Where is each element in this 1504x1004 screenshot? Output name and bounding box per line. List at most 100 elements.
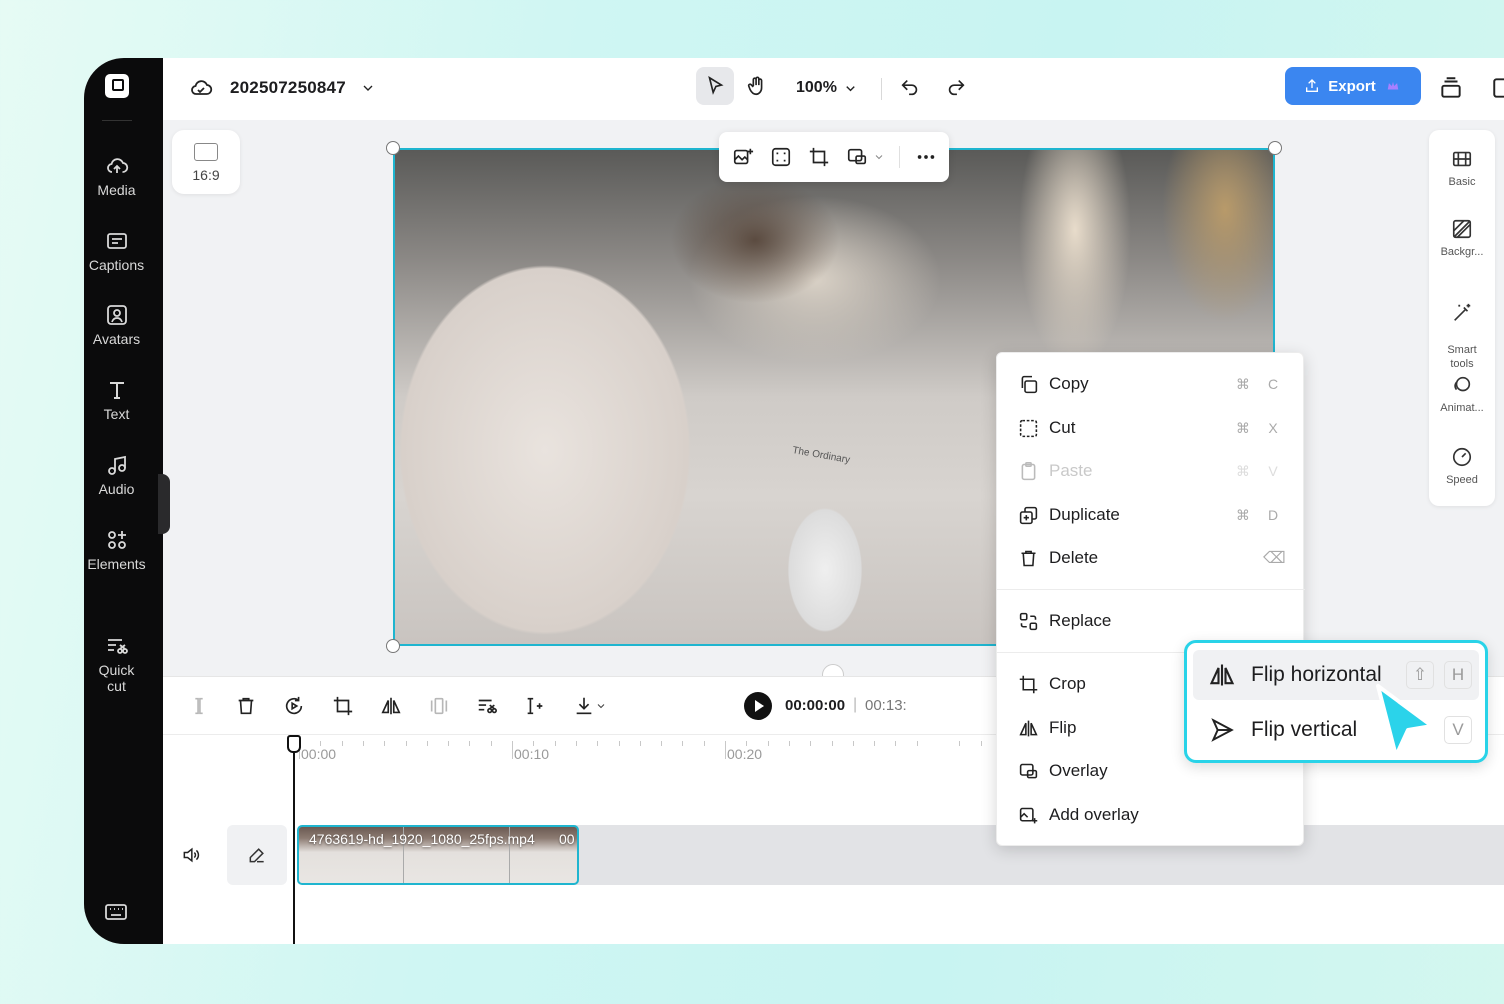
sidebar-item-label: Quick cut bbox=[98, 662, 135, 694]
music-note-icon bbox=[105, 453, 129, 477]
flip-vertical-label: Flip vertical bbox=[1251, 718, 1358, 741]
flip-submenu: Flip horizontal ⇧ H Flip vertical V bbox=[1184, 640, 1488, 763]
sidebar-item-label: Avatars bbox=[92, 331, 141, 347]
playhead[interactable] bbox=[293, 735, 295, 944]
aspect-ratio-button[interactable]: 16:9 bbox=[172, 130, 240, 194]
animation-icon bbox=[1454, 376, 1471, 392]
sidebar-item-captions[interactable]: Captions bbox=[84, 229, 149, 273]
replace-icon bbox=[1017, 610, 1039, 632]
stack-icon bbox=[1441, 77, 1461, 98]
resize-handle-top-left[interactable] bbox=[386, 141, 400, 155]
download-dropdown[interactable] bbox=[568, 693, 612, 719]
hand-tool-button[interactable] bbox=[738, 67, 776, 105]
split-icon[interactable] bbox=[186, 693, 212, 719]
panel-item-label: Basic bbox=[1448, 176, 1476, 188]
sidebar-item-audio[interactable]: Audio bbox=[84, 453, 149, 497]
context-menu: Copy ⌘ C Cut ⌘ X Paste ⌘ V Duplicate ⌘ D… bbox=[996, 352, 1305, 846]
project-name-dropdown[interactable]: 202507250847 bbox=[230, 76, 376, 100]
avatar-icon bbox=[105, 303, 129, 327]
top-bar: 202507250847 100% Export bbox=[163, 58, 1504, 120]
undo-button[interactable] bbox=[899, 76, 921, 98]
sidebar-collapse-handle[interactable] bbox=[158, 474, 170, 534]
text-icon bbox=[105, 378, 129, 402]
zoom-dropdown[interactable]: 100% bbox=[796, 76, 858, 100]
ruler-minor-tick bbox=[341, 741, 343, 746]
fit-frame-icon[interactable] bbox=[769, 145, 793, 169]
sidebar-item-quick-cut[interactable]: Quick cut bbox=[84, 602, 149, 694]
ruler-minor-tick bbox=[426, 741, 428, 746]
menu-item-add-overlay[interactable]: Add overlay bbox=[997, 795, 1305, 835]
panel-item-background[interactable]: Backgr... bbox=[1429, 218, 1495, 259]
resize-handle-bottom-left[interactable] bbox=[386, 639, 400, 653]
app-logo[interactable] bbox=[105, 74, 129, 98]
menu-item-duplicate[interactable]: Duplicate ⌘ D bbox=[997, 495, 1305, 535]
quick-cut-icon[interactable] bbox=[474, 693, 500, 719]
clip-filename: 4763619-hd_1920_1080_25fps.mp4 bbox=[309, 831, 535, 847]
ruler-minor-tick bbox=[490, 741, 492, 746]
menu-item-copy[interactable]: Copy ⌘ C bbox=[997, 364, 1305, 404]
backspace-icon: ⌫ bbox=[1263, 550, 1286, 567]
keyboard-shortcuts-icon[interactable] bbox=[104, 900, 128, 924]
sidebar-item-elements[interactable]: Elements bbox=[84, 528, 149, 572]
crop-icon bbox=[1017, 673, 1039, 695]
panel-item-animation[interactable]: Animat... bbox=[1429, 374, 1495, 415]
shortcut-key: D bbox=[1267, 507, 1279, 523]
flip-icon[interactable] bbox=[378, 693, 404, 719]
export-button[interactable]: Export bbox=[1285, 67, 1421, 105]
redo-button[interactable] bbox=[945, 76, 967, 98]
playhead-handle[interactable] bbox=[287, 735, 301, 753]
panel-item-speed[interactable]: Speed bbox=[1429, 446, 1495, 487]
shortcut-key: X bbox=[1268, 420, 1278, 436]
menu-item-delete[interactable]: Delete ⌫ bbox=[997, 538, 1305, 578]
ruler-minor-tick bbox=[959, 741, 961, 746]
resize-handle-top-right[interactable] bbox=[1268, 141, 1282, 155]
ruler-minor-tick bbox=[639, 741, 641, 746]
cloud-sync-icon[interactable] bbox=[189, 76, 213, 100]
background-icon bbox=[1452, 219, 1472, 239]
ruler-minor-tick bbox=[831, 741, 833, 746]
freeze-frame-icon[interactable] bbox=[426, 693, 452, 719]
play-button[interactable] bbox=[744, 692, 772, 720]
crop-icon[interactable] bbox=[807, 145, 831, 169]
menu-item-label: Duplicate bbox=[1049, 505, 1120, 524]
sidebar-divider bbox=[102, 120, 132, 121]
sidebar-item-avatars[interactable]: Avatars bbox=[84, 303, 149, 347]
sidebar-item-text[interactable]: Text bbox=[84, 378, 149, 422]
panel-item-smart-tools[interactable]: Smart tools bbox=[1429, 288, 1495, 371]
speedometer-icon bbox=[1452, 447, 1472, 467]
panel-item-basic[interactable]: Basic bbox=[1429, 148, 1495, 189]
text-split-icon[interactable] bbox=[522, 693, 548, 719]
upload-icon bbox=[1306, 79, 1319, 92]
layers-button[interactable] bbox=[1438, 75, 1464, 101]
ruler-minor-tick bbox=[852, 741, 854, 746]
zoom-level: 100% bbox=[796, 79, 837, 96]
panel-item-label: Animat... bbox=[1440, 402, 1484, 414]
split-view-button[interactable] bbox=[1491, 75, 1504, 101]
trash-icon bbox=[1017, 547, 1039, 569]
select-tool-button[interactable] bbox=[696, 67, 734, 105]
menu-item-replace[interactable]: Replace bbox=[997, 601, 1305, 641]
more-options-icon[interactable] bbox=[914, 145, 938, 169]
ruler-minor-tick bbox=[703, 741, 705, 746]
volume-icon[interactable] bbox=[181, 845, 201, 870]
ruler-minor-tick bbox=[469, 741, 471, 746]
sidebar-item-media[interactable]: Media bbox=[84, 154, 149, 198]
menu-item-cut[interactable]: Cut ⌘ X bbox=[997, 408, 1305, 448]
sidebar-item-label: Media bbox=[97, 182, 136, 198]
overlay-icon[interactable] bbox=[845, 145, 869, 169]
flip-horizontal-label: Flip horizontal bbox=[1251, 663, 1382, 686]
crop-icon[interactable] bbox=[330, 693, 356, 719]
track-edit-button[interactable] bbox=[227, 825, 287, 885]
sidebar-item-label: Captions bbox=[88, 257, 145, 273]
crown-icon bbox=[1387, 81, 1398, 90]
flip-horizontal-icon bbox=[1207, 660, 1237, 690]
ruler-minor-tick bbox=[362, 741, 364, 746]
delete-icon[interactable] bbox=[233, 693, 259, 719]
replace-image-icon[interactable] bbox=[731, 145, 755, 169]
video-clip[interactable]: 4763619-hd_1920_1080_25fps.mp4 00 bbox=[297, 825, 579, 885]
ruler-minor-tick bbox=[554, 741, 556, 746]
replay-icon[interactable] bbox=[281, 693, 307, 719]
flip-vertical-icon bbox=[1207, 715, 1237, 745]
chevron-down-icon[interactable] bbox=[873, 151, 885, 163]
properties-panel: Basic Backgr... Smart tools Animat... Sp… bbox=[1429, 130, 1495, 506]
